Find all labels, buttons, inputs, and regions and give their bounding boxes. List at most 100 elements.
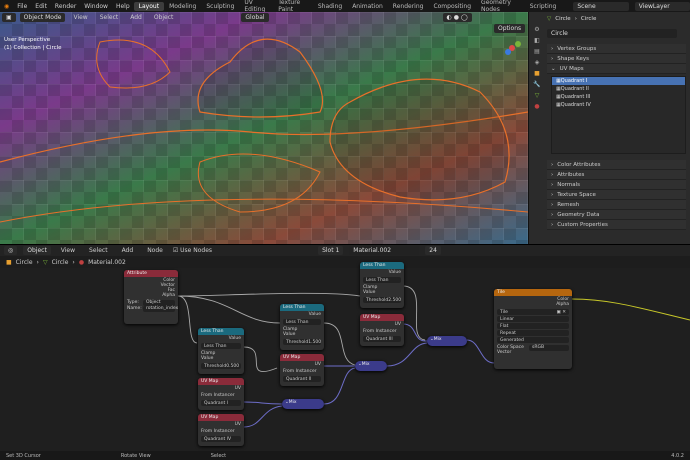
properties-tabs[interactable]: ⚙ ◧ ▤ ◈ ■ 🔧 ▽ ● — [531, 26, 543, 236]
uv-map-dropdown[interactable]: Quadrant II — [283, 376, 321, 382]
viewport-shading-buttons[interactable]: ◐ ● ◯ — [442, 13, 472, 22]
node-header: ⌄ Mix — [355, 361, 387, 368]
menu-render[interactable]: Render — [51, 3, 80, 10]
color-space-dropdown[interactable]: sRGB — [529, 344, 569, 351]
editor-type-button[interactable]: ▣ — [2, 13, 16, 22]
ne-menu-select[interactable]: Select — [85, 247, 112, 254]
panel-attributes[interactable]: › Attributes — [547, 170, 686, 180]
uv-map-dropdown[interactable]: Quadrant IV — [201, 436, 241, 442]
use-nodes-checkbox[interactable]: ☑ Use Nodes — [173, 247, 212, 254]
interpolation-dropdown[interactable]: Linear — [497, 316, 569, 322]
menu-window[interactable]: Window — [80, 3, 112, 10]
uv-map-dropdown[interactable]: Quadrant I — [201, 400, 241, 406]
ne-menu-node[interactable]: Node — [143, 247, 167, 254]
list-item[interactable]: ▦ Quadrant I — [552, 77, 685, 85]
menu-help[interactable]: Help — [112, 3, 134, 10]
vp-menu-select[interactable]: Select — [96, 14, 123, 21]
less-than-node-1[interactable]: Less Than Value Less Than Clamp Value Th… — [198, 328, 244, 374]
node-canvas[interactable]: Attribute Color Vector Fac Alpha Type: Ob… — [0, 262, 690, 451]
tab-compositing[interactable]: Compositing — [428, 2, 476, 11]
scene-icon[interactable]: ◈ — [535, 59, 540, 66]
image-selector[interactable]: Tile ▣ ✕ — [497, 309, 569, 315]
scene-selector[interactable]: Scene — [573, 1, 629, 11]
navigation-gizmo[interactable] — [500, 36, 524, 60]
name-field[interactable]: rotation_index — [143, 305, 178, 312]
image-texture-node[interactable]: Tile Color Alpha Tile ▣ ✕ Linear Flat Rep… — [494, 289, 572, 369]
node-editor-type-button[interactable]: ◎ — [4, 246, 18, 255]
shader-type-dropdown[interactable]: Object — [23, 246, 51, 255]
transform-orientation-dropdown[interactable]: Global — [241, 13, 269, 22]
mix-node-1[interactable]: ⌄ Mix — [282, 399, 324, 409]
version-label: 4.0.2 — [671, 452, 684, 459]
mesh-icon[interactable]: ▽ — [535, 92, 540, 99]
vp-menu-view[interactable]: View — [69, 14, 91, 21]
user-count[interactable]: 24 — [425, 246, 441, 255]
blender-logo-icon[interactable]: ◉ — [0, 3, 13, 10]
modifier-icon[interactable]: 🔧 — [533, 81, 540, 88]
operation-dropdown[interactable]: Less Than — [201, 343, 241, 349]
slot-dropdown[interactable]: Slot 1 — [318, 246, 344, 255]
material-selector[interactable]: Material.002 — [349, 246, 420, 255]
from-instancer-checkbox[interactable]: From Instancer — [198, 428, 244, 435]
3d-viewport[interactable] — [0, 12, 528, 244]
options-button[interactable]: Options — [494, 24, 526, 33]
less-than-node-2[interactable]: Less Than Value Less Than Clamp Value Th… — [280, 304, 324, 350]
node-title: UV Map — [363, 315, 381, 320]
mesh-name-field[interactable]: Circle — [547, 28, 677, 38]
mix-node-3[interactable]: ⌄ Mix — [427, 336, 467, 346]
menu-file[interactable]: File — [13, 3, 31, 10]
attribute-node[interactable]: Attribute Color Vector Fac Alpha Type: Ob… — [124, 270, 178, 324]
tab-shading[interactable]: Shading — [313, 2, 347, 11]
object-mode-dropdown[interactable]: Object Mode — [19, 13, 66, 22]
threshold-field[interactable]: Threshold 0.500 — [201, 363, 241, 369]
extension-dropdown[interactable]: Repeat — [497, 330, 569, 336]
tab-animation[interactable]: Animation — [347, 2, 388, 11]
tab-scripting[interactable]: Scripting — [525, 2, 562, 11]
list-item[interactable]: ▦ Quadrant II — [552, 85, 685, 93]
render-icon[interactable]: ◧ — [534, 37, 540, 44]
threshold-field[interactable]: Threshold 2.500 — [363, 297, 401, 303]
uv-map-node-3[interactable]: UV Map UV From Instancer Quadrant III — [360, 314, 404, 346]
list-item[interactable]: ▦ Quadrant IV — [552, 101, 685, 109]
panel-normals[interactable]: › Normals — [547, 180, 686, 190]
menu-edit[interactable]: Edit — [31, 3, 51, 10]
tab-rendering[interactable]: Rendering — [388, 2, 429, 11]
panel-remesh[interactable]: › Remesh — [547, 200, 686, 210]
material-icon[interactable]: ● — [534, 103, 539, 110]
tab-sculpting[interactable]: Sculpting — [201, 2, 239, 11]
tab-layout[interactable]: Layout — [133, 1, 165, 11]
operation-dropdown[interactable]: Less Than — [363, 277, 401, 283]
uv-map-dropdown[interactable]: Quadrant III — [363, 336, 401, 342]
viewlayer-selector[interactable]: ViewLayer — [634, 1, 690, 11]
from-instancer-checkbox[interactable]: From Instancer — [280, 368, 324, 375]
uv-map-node-2[interactable]: UV Map UV From Instancer Quadrant II — [280, 354, 324, 386]
panel-texture-space[interactable]: › Texture Space — [547, 190, 686, 200]
uv-map-node-4[interactable]: UV Map UV From Instancer Quadrant IV — [198, 414, 244, 446]
type-dropdown[interactable]: Object — [143, 299, 175, 306]
mix-node-2[interactable]: ⌄ Mix — [355, 361, 387, 371]
vp-menu-object[interactable]: Object — [150, 14, 178, 21]
from-instancer-checkbox[interactable]: From Instancer — [198, 392, 244, 399]
output-icon[interactable]: ▤ — [534, 48, 540, 55]
source-dropdown[interactable]: Generated — [497, 337, 569, 343]
less-than-node-3[interactable]: Less Than Value Less Than Clamp Value Th… — [360, 262, 404, 308]
panel-uv-maps[interactable]: ⌄ UV Maps — [547, 64, 686, 74]
panel-vertex-groups[interactable]: › Vertex Groups — [547, 44, 686, 54]
operation-dropdown[interactable]: Less Than — [283, 319, 321, 325]
panel-custom-properties[interactable]: › Custom Properties — [547, 220, 686, 230]
ne-menu-view[interactable]: View — [57, 247, 79, 254]
vp-menu-add[interactable]: Add — [126, 14, 146, 21]
tool-icon[interactable]: ⚙ — [534, 26, 539, 33]
browse-icon[interactable]: ▣ ✕ — [557, 310, 566, 315]
list-item[interactable]: ▦ Quadrant III — [552, 93, 685, 101]
panel-shape-keys[interactable]: › Shape Keys — [547, 54, 686, 64]
projection-dropdown[interactable]: Flat — [497, 323, 569, 329]
panel-geometry-data[interactable]: › Geometry Data — [547, 210, 686, 220]
panel-color-attributes[interactable]: › Color Attributes — [547, 160, 686, 170]
uv-map-node-1[interactable]: UV Map UV From Instancer Quadrant I — [198, 378, 244, 410]
threshold-field[interactable]: Threshold 1.500 — [283, 339, 321, 345]
from-instancer-checkbox[interactable]: From Instancer — [360, 328, 404, 335]
object-icon[interactable]: ■ — [534, 70, 540, 77]
tab-modeling[interactable]: Modeling — [164, 2, 201, 11]
ne-menu-add[interactable]: Add — [118, 247, 138, 254]
